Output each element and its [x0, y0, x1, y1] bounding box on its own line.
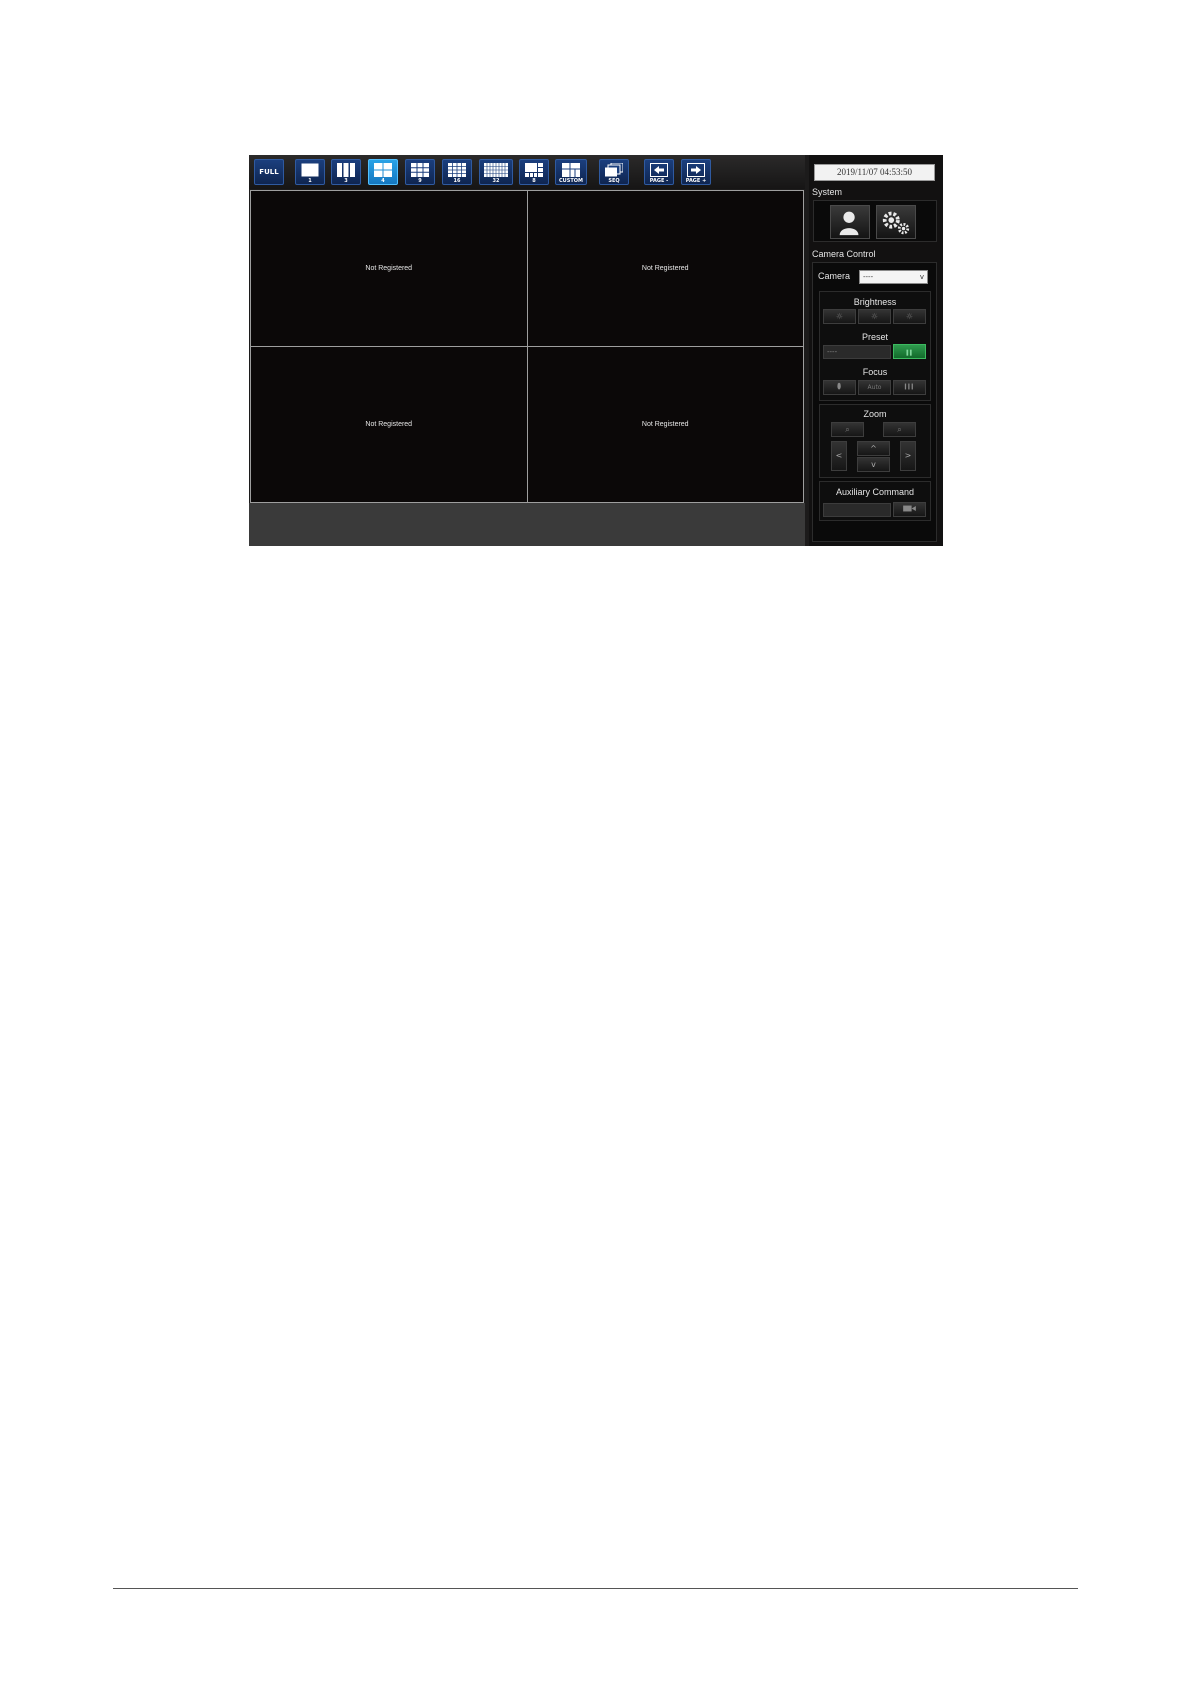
cell-status-text: Not Registered	[365, 421, 413, 428]
tilt-up-button[interactable]: ^	[857, 441, 890, 456]
chevron-down-icon: v	[919, 273, 924, 281]
brightness-down-button[interactable]: ☼	[823, 309, 856, 324]
camera-label: Camera	[818, 271, 851, 281]
preset-label: Preset	[861, 332, 888, 342]
cell-status-text: Not Registered	[641, 265, 689, 272]
sequence-button[interactable]: SEQ	[599, 159, 629, 185]
tilt-down-button[interactable]: v	[857, 457, 890, 472]
video-cell-4[interactable]: Not Registered	[527, 347, 803, 502]
focus-far-icon	[904, 383, 913, 390]
focus-label: Focus	[862, 367, 888, 377]
cell-status-text: Not Registered	[641, 421, 689, 428]
arrow-left-icon	[650, 163, 668, 177]
video-cell-1[interactable]: Not Registered	[251, 191, 527, 346]
layout-16-icon	[448, 163, 466, 177]
zoom-in-button[interactable]: ⌕	[883, 422, 916, 437]
layout-16-button[interactable]: 16	[442, 159, 472, 185]
brightness-up-button[interactable]: ☼	[893, 309, 926, 324]
page-minus-label: PAGE -	[649, 178, 669, 184]
user-icon	[839, 211, 859, 236]
layout-8-label: 8	[532, 178, 536, 184]
sequence-label: SEQ	[608, 178, 620, 184]
zoom-control-box: Zoom ⌕ ⌕ < ^ v >	[819, 404, 931, 478]
video-cell-3[interactable]: Not Registered	[251, 347, 527, 502]
focus-auto-button[interactable]: Auto	[858, 380, 891, 395]
system-section-label: System	[812, 187, 843, 197]
layout-9-label: 9	[418, 178, 422, 184]
camera-icon	[903, 505, 916, 512]
sun-dim-icon: ☼	[835, 312, 844, 321]
full-screen-button[interactable]: FULL	[254, 159, 284, 185]
video-grid: Not Registered Not Registered Not Regist…	[250, 190, 804, 503]
preset-go-icon	[906, 349, 912, 356]
layout-9-button[interactable]: 9	[405, 159, 435, 185]
layout-32-icon	[484, 163, 508, 177]
sun-icon: ☼	[870, 312, 879, 321]
sequence-icon	[605, 163, 623, 177]
layout-8-button[interactable]: 8	[519, 159, 549, 185]
focus-far-button[interactable]	[893, 380, 926, 395]
camera-control-section-label: Camera Control	[812, 249, 876, 259]
auxiliary-send-button[interactable]	[893, 502, 926, 517]
zoom-in-icon: ⌕	[897, 425, 902, 434]
page-minus-button[interactable]: PAGE -	[644, 159, 674, 185]
page-footer-rule	[113, 1588, 1078, 1589]
user-button[interactable]	[830, 205, 870, 239]
datetime-display: 2019/11/07 04:53:50	[814, 164, 935, 181]
zoom-out-icon: ⌕	[845, 425, 850, 434]
sun-bright-icon: ☼	[905, 312, 914, 321]
layout-1-label: 1	[308, 178, 312, 184]
camera-control-box: Camera ---- v Brightness ☼ ☼ ☼ Preset --…	[812, 262, 937, 542]
preset-go-button[interactable]	[893, 344, 926, 359]
layout-custom-icon	[562, 163, 580, 177]
layout-3-icon	[337, 163, 355, 177]
auxiliary-box: Auxiliary Command	[819, 481, 931, 521]
zoom-out-button[interactable]: ⌕	[831, 422, 864, 437]
layout-32-label: 32	[492, 178, 500, 184]
camera-select[interactable]: ---- v	[859, 270, 928, 284]
page-plus-button[interactable]: PAGE +	[681, 159, 711, 185]
layout-3-label: 3	[344, 178, 348, 184]
auxiliary-label: Auxiliary Command	[835, 487, 915, 497]
brightness-reset-button[interactable]: ☼	[858, 309, 891, 324]
full-button-label: FULL	[259, 168, 279, 176]
focus-near-button[interactable]	[823, 380, 856, 395]
layout-16-label: 16	[453, 178, 461, 184]
layout-1-button[interactable]: 1	[295, 159, 325, 185]
layout-32-button[interactable]: 32	[479, 159, 513, 185]
layout-toolbar: FULL 1 3 4 9 16 32 8 CUSTOM SEQ PAGE - P…	[249, 155, 805, 189]
layout-3-button[interactable]: 3	[331, 159, 361, 185]
arrow-right-icon	[687, 163, 705, 177]
settings-button[interactable]	[876, 205, 916, 239]
camera-select-value: ----	[863, 273, 874, 281]
auxiliary-input[interactable]	[823, 503, 891, 517]
layout-4-button[interactable]: 4	[368, 159, 398, 185]
focus-near-icon	[837, 382, 841, 390]
pan-left-button[interactable]: <	[831, 441, 847, 471]
layout-9-icon	[411, 163, 429, 177]
gear-icon	[882, 211, 910, 235]
status-bar	[249, 503, 805, 546]
camera-viewer-app: FULL 1 3 4 9 16 32 8 CUSTOM SEQ PAGE - P…	[249, 155, 943, 546]
layout-custom-label: CUSTOM	[559, 178, 583, 184]
zoom-label: Zoom	[863, 409, 887, 419]
image-control-box: Brightness ☼ ☼ ☼ Preset ---- Focus Auto	[819, 291, 931, 401]
pan-right-button[interactable]: >	[900, 441, 916, 471]
video-cell-2[interactable]: Not Registered	[527, 191, 803, 346]
layout-4-icon	[374, 163, 392, 177]
layout-8-icon	[525, 163, 543, 177]
system-box	[813, 200, 937, 242]
control-panel: 2019/11/07 04:53:50 System Camera Contro…	[809, 155, 943, 546]
brightness-label: Brightness	[853, 297, 897, 307]
page-plus-label: PAGE +	[685, 178, 707, 184]
layout-1-icon	[301, 163, 319, 177]
preset-input[interactable]: ----	[823, 345, 891, 359]
layout-custom-button[interactable]: CUSTOM	[555, 159, 587, 185]
layout-4-label: 4	[381, 178, 385, 184]
cell-status-text: Not Registered	[365, 265, 413, 272]
